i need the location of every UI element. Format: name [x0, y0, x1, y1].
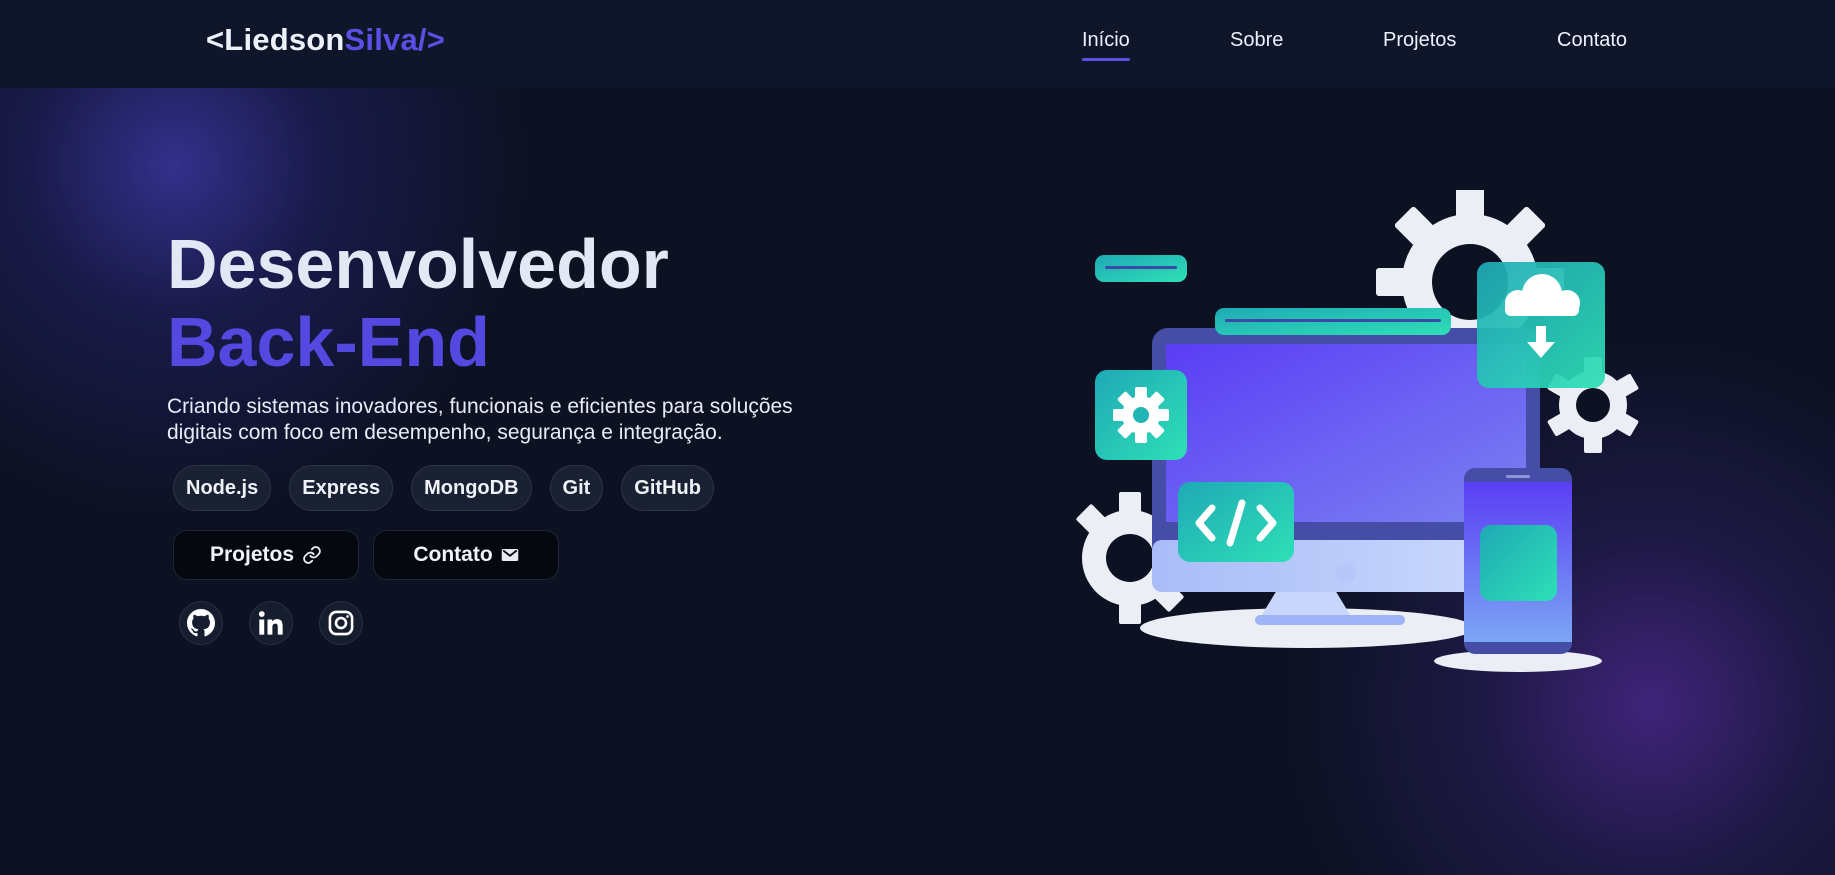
github-icon	[187, 609, 215, 637]
hero-title-line2: Back-End	[167, 303, 490, 381]
cta-buttons: Projetos Contato	[173, 530, 559, 580]
logo[interactable]: <LiedsonSilva/>	[206, 22, 445, 58]
hero-subtitle-line2: digitais com foco em desempenho, seguran…	[167, 421, 723, 444]
phone-app-card	[1480, 525, 1557, 601]
instagram-link[interactable]	[319, 601, 363, 645]
linkedin-icon	[258, 611, 283, 635]
hero-title: Desenvolvedor Back-End	[167, 225, 669, 381]
skill-tag-github: GitHub	[621, 465, 714, 511]
nav-link-sobre[interactable]: Sobre	[1230, 29, 1283, 52]
skill-tag-git: Git	[549, 465, 604, 511]
ui-bar-wide-line	[1225, 319, 1441, 322]
monitor-foot	[1255, 615, 1405, 625]
envelope-icon	[501, 549, 518, 561]
skill-tag-nodejs: Node.js	[173, 465, 272, 511]
hero-subtitle-line1: Criando sistemas inovadores, funcionais …	[167, 395, 793, 418]
github-link[interactable]	[179, 601, 223, 645]
logo-accent: Silva/>	[344, 22, 446, 57]
page: <LiedsonSilva/> Início Sobre Projetos Co…	[0, 0, 1835, 875]
monitor-button	[1336, 563, 1356, 583]
nav-link-contato[interactable]: Contato	[1557, 29, 1627, 52]
projects-button-label: Projetos	[209, 543, 295, 566]
phone-speaker	[1506, 475, 1530, 478]
skill-tag-mongodb: MongoDB	[411, 465, 532, 511]
ui-bar-small-line	[1105, 266, 1177, 269]
skill-tag-express: Express	[289, 465, 394, 511]
navbar: <LiedsonSilva/> Início Sobre Projetos Co…	[0, 0, 1835, 88]
contact-button[interactable]: Contato	[373, 530, 559, 580]
social-links	[179, 601, 363, 645]
hero-subtitle: Criando sistemas inovadores, funcionais …	[167, 394, 847, 446]
projects-button[interactable]: Projetos	[173, 530, 359, 580]
instagram-icon	[328, 610, 354, 636]
skill-tags: Node.js Express MongoDB Git GitHub	[173, 465, 714, 511]
settings-gear-icon	[1113, 387, 1169, 443]
nav-link-projetos[interactable]: Projetos	[1383, 29, 1456, 52]
logo-name: <Liedson	[206, 22, 345, 57]
contact-button-label: Contato	[413, 543, 493, 566]
developer-illustration	[1076, 190, 1639, 672]
linkedin-link[interactable]	[249, 601, 293, 645]
hero-title-line1: Desenvolvedor	[167, 225, 669, 303]
nav-link-inicio[interactable]: Início	[1082, 29, 1130, 61]
link-icon	[303, 546, 321, 564]
